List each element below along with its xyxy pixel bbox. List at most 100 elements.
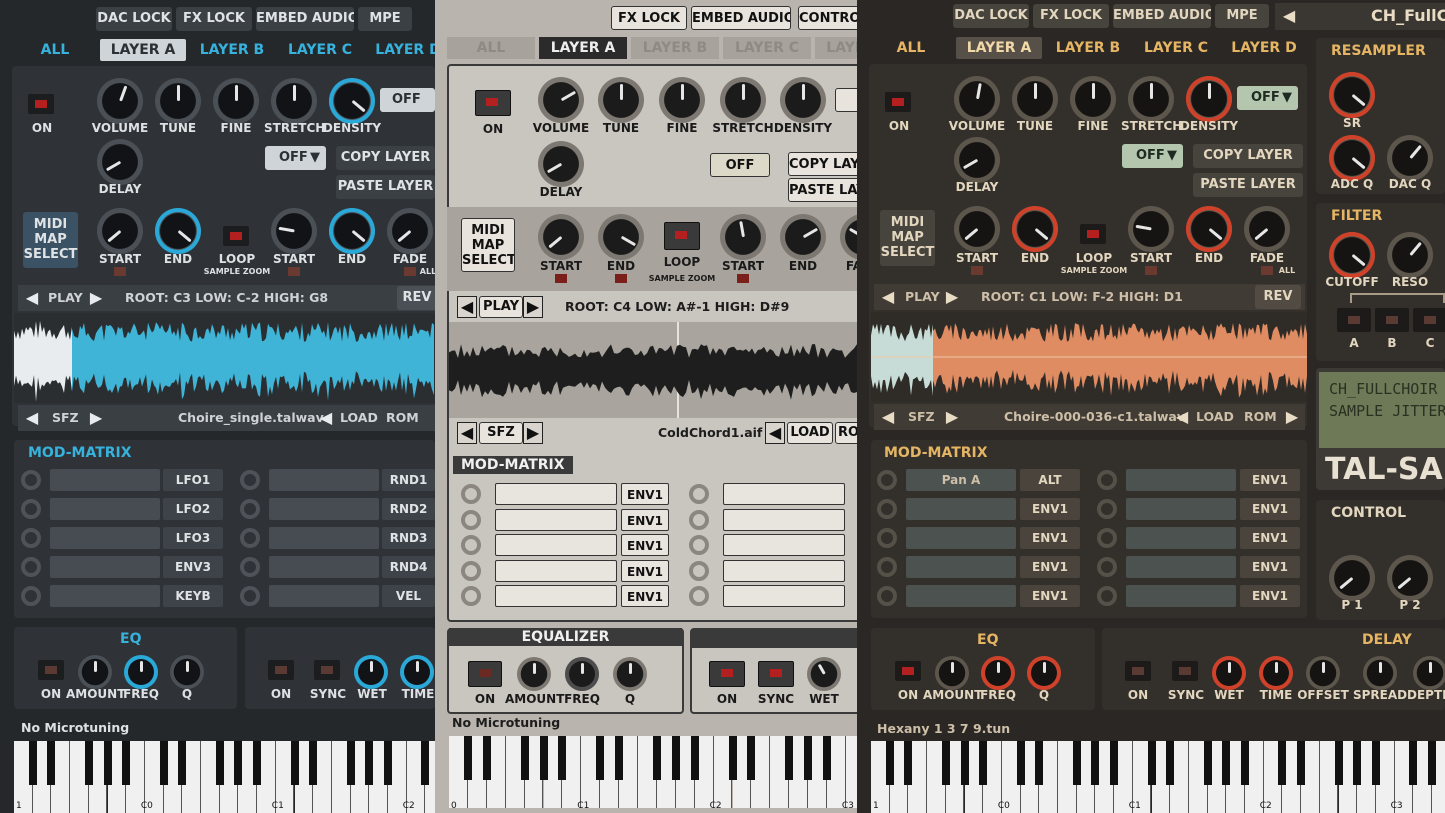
p1-knob[interactable] (1329, 555, 1375, 601)
eq-q-knob-2[interactable] (613, 657, 647, 691)
mod-target-slot[interactable] (50, 469, 160, 491)
mpe-button-3[interactable]: MPE (1215, 4, 1269, 28)
mod-source-button[interactable]: ENV1 (621, 585, 669, 607)
eq-q-knob-3[interactable] (1027, 656, 1061, 690)
loop-switch[interactable] (223, 226, 249, 246)
mod-source-button[interactable]: LFO3 (163, 527, 223, 549)
prev-play-icon[interactable]: ◀ (22, 285, 42, 311)
tune-knob[interactable] (155, 78, 201, 124)
tab-layer-c[interactable]: LAYER C (278, 39, 362, 61)
sr-knob[interactable] (1329, 72, 1375, 118)
volume-knob-3[interactable] (954, 76, 1000, 122)
fx-time-knob[interactable] (400, 655, 434, 689)
delay-wet-knob-3[interactable] (1212, 656, 1246, 690)
fine-knob[interactable] (213, 78, 259, 124)
black-key[interactable] (234, 741, 243, 785)
tab-layer-d-2[interactable]: LAYER D (815, 37, 857, 59)
mod-target-slot[interactable] (269, 498, 379, 520)
tune-knob-2[interactable] (598, 77, 644, 123)
reverse-button-3[interactable]: REV (1255, 285, 1301, 309)
tab-layer-a-3[interactable]: LAYER A (956, 37, 1042, 59)
mod-source-button[interactable]: ENV1 (1240, 469, 1300, 491)
delay-on-switch-3[interactable] (1125, 661, 1151, 681)
black-key[interactable] (1147, 741, 1156, 785)
tab-layer-c-3[interactable]: LAYER C (1133, 37, 1219, 59)
mod-target-slot[interactable] (495, 534, 617, 556)
waveform-display-2[interactable] (449, 322, 857, 418)
mod-amount-knob[interactable] (21, 528, 41, 548)
mod-amount-knob[interactable] (689, 535, 709, 555)
loop-switch-3[interactable] (1080, 224, 1106, 244)
white-key[interactable] (845, 736, 857, 808)
mod-amount-knob[interactable] (21, 586, 41, 606)
eq-on-switch-3[interactable] (895, 661, 921, 681)
stretch-knob-3[interactable] (1128, 76, 1174, 122)
volume-knob[interactable] (97, 78, 143, 124)
stretch-mode-dropdown-3[interactable]: OFF ▼ (1237, 86, 1298, 110)
waveform-display-3[interactable] (871, 312, 1307, 402)
black-key[interactable] (421, 741, 430, 785)
volume-knob-2[interactable] (538, 77, 584, 123)
load-button-2[interactable]: LOAD (787, 422, 833, 444)
start-knob-2[interactable] (538, 214, 584, 260)
mod-target-slot[interactable] (906, 527, 1016, 549)
mod-amount-knob[interactable] (1097, 586, 1117, 606)
mod-source-button[interactable]: ENV1 (1240, 585, 1300, 607)
play-label-3[interactable]: PLAY (905, 284, 940, 310)
control-button-2[interactable]: CONTROL (798, 6, 857, 30)
fx-lock-button-2[interactable]: FX LOCK (611, 6, 687, 30)
mod-amount-knob[interactable] (877, 499, 897, 519)
delay-knob-2[interactable] (538, 141, 584, 187)
mod-source-button[interactable]: LFO2 (163, 498, 223, 520)
layer-on-switch-2[interactable] (475, 90, 511, 116)
mod-source-button[interactable]: ENV1 (621, 508, 669, 531)
mod-amount-knob[interactable] (689, 560, 709, 581)
mod-amount-knob[interactable] (877, 470, 897, 490)
rom-button-3[interactable]: ROM (1244, 404, 1277, 430)
density-knob[interactable] (329, 78, 375, 124)
start-knob-3[interactable] (954, 206, 1000, 252)
mod-target-slot[interactable] (269, 469, 379, 491)
mod-amount-knob[interactable] (461, 586, 481, 606)
mod-source-button[interactable]: ENV1 (621, 559, 669, 582)
tab-layer-d-3[interactable]: LAYER D (1221, 37, 1307, 59)
rom-button[interactable]: ROM (386, 405, 419, 431)
mod-target-slot[interactable] (50, 498, 160, 520)
mod-target-slot[interactable] (269, 527, 379, 549)
black-key[interactable] (904, 741, 913, 785)
copy-layer-button-2[interactable]: COPY LAYER (788, 152, 857, 176)
mod-target-slot[interactable]: Pan A (906, 469, 1016, 491)
black-key[interactable] (1110, 741, 1119, 785)
tab-layer-d[interactable]: LAYER D (366, 39, 435, 61)
fx-wet-knob-2[interactable] (807, 657, 841, 691)
black-key[interactable] (215, 741, 224, 785)
mod-source-button[interactable]: ENV1 (1020, 527, 1080, 549)
black-key[interactable] (747, 736, 756, 780)
mod-target-slot[interactable] (50, 527, 160, 549)
eq-on-switch-2[interactable] (468, 661, 502, 687)
black-key[interactable] (1166, 741, 1175, 785)
black-key[interactable] (1353, 741, 1362, 785)
tab-all-3[interactable]: ALL (875, 37, 947, 59)
stretch-knob[interactable] (271, 78, 317, 124)
black-key[interactable] (1035, 741, 1044, 785)
filter-mode-b-switch[interactable] (1375, 308, 1409, 332)
black-key[interactable] (1091, 741, 1100, 785)
black-key[interactable] (1297, 741, 1306, 785)
next-play-icon-2[interactable]: ▶ (523, 296, 543, 318)
midi-map-select-button[interactable]: MIDI MAP SELECT (23, 212, 78, 268)
black-key[interactable] (463, 736, 472, 780)
black-key[interactable] (823, 736, 831, 780)
copy-layer-button-3[interactable]: COPY LAYER (1193, 144, 1303, 168)
delay-offset-knob-3[interactable] (1306, 656, 1340, 690)
black-key[interactable] (1203, 741, 1212, 785)
rom-button-2[interactable]: ROM (835, 422, 857, 444)
layer-on-switch-3[interactable] (885, 92, 911, 112)
end-knob[interactable] (155, 208, 201, 254)
mod-target-slot[interactable] (906, 585, 1016, 607)
eq-freq-knob-2[interactable] (565, 657, 599, 691)
density-knob-2[interactable] (780, 77, 826, 123)
mod-source-button[interactable]: ENV1 (1240, 556, 1300, 578)
dac-q-knob[interactable] (1387, 135, 1433, 181)
black-key[interactable] (652, 736, 661, 780)
